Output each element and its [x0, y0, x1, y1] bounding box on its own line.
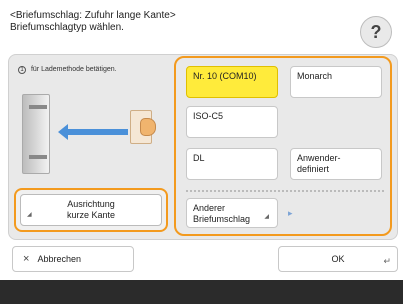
- hand-icon: [140, 118, 156, 136]
- next-arrow-icon: ▸: [288, 208, 293, 218]
- action-bar: × Abbrechen OK ↵: [0, 244, 403, 274]
- envelope-type-com10[interactable]: Nr. 10 (COM10): [186, 66, 278, 98]
- envelope-type-dl[interactable]: DL: [186, 148, 278, 180]
- short-edge-orientation-button[interactable]: Ausrichtung kurze Kante ◢: [14, 188, 168, 232]
- envelope-type-custom[interactable]: Anwender- definiert: [290, 148, 382, 180]
- divider: [186, 190, 384, 192]
- enter-icon: ↵: [383, 256, 391, 266]
- header-instruction: Briefumschlagtyp wählen.: [10, 22, 124, 33]
- envelope-type-monarch[interactable]: Monarch: [290, 66, 382, 98]
- step-number-icon: 1: [18, 66, 26, 74]
- illustration-caption: 1 für Lademethode betätigen.: [18, 66, 117, 74]
- ok-button[interactable]: OK ↵: [278, 246, 398, 272]
- header-title: <Briefumschlag: Zufuhr lange Kante>: [10, 10, 176, 21]
- other-envelope-button[interactable]: Anderer Briefumschlag ◢: [186, 198, 278, 228]
- printer-tray-icon: [22, 94, 50, 174]
- help-button[interactable]: ?: [360, 16, 392, 48]
- feed-direction-arrow-icon: [58, 124, 128, 140]
- footer-bar: [0, 280, 403, 304]
- cancel-button[interactable]: × Abbrechen: [12, 246, 134, 272]
- envelope-type-iso-c5[interactable]: ISO-C5: [186, 106, 278, 138]
- illustration-caption-text: für Lademethode betätigen.: [30, 66, 117, 73]
- orientation-label-line2: kurze Kante: [66, 210, 116, 220]
- orientation-label-line1: Ausrichtung: [67, 199, 115, 209]
- submenu-indicator-icon: ◢: [27, 212, 32, 218]
- loading-illustration: 1 für Lademethode betätigen.: [18, 66, 168, 186]
- screen-header: <Briefumschlag: Zufuhr lange Kante> Brie…: [10, 10, 340, 34]
- envelope-type-group: Nr. 10 (COM10) Monarch ISO-C5 DL Anwende…: [174, 56, 392, 236]
- submenu-indicator-icon: ◢: [264, 214, 269, 220]
- help-icon: ?: [370, 21, 382, 42]
- close-icon: ×: [23, 253, 30, 265]
